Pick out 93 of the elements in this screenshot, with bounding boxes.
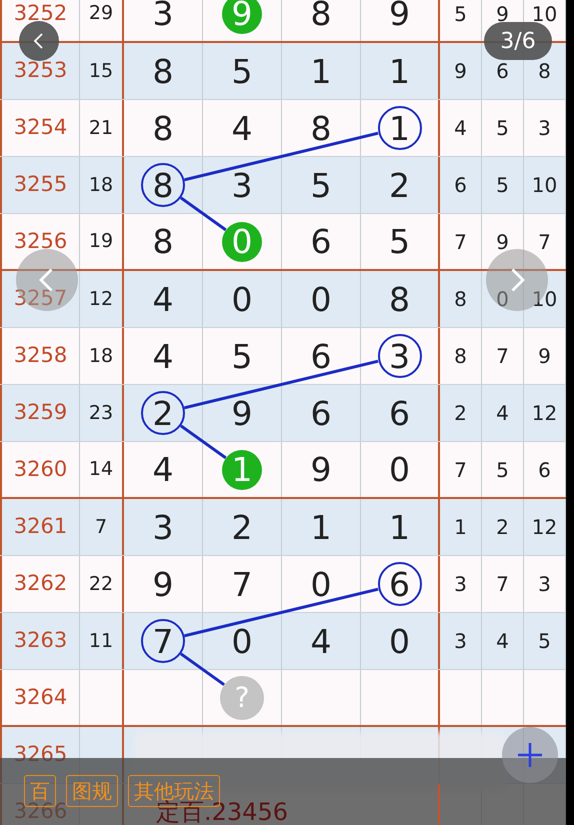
ringed-digit: 7 <box>141 619 185 663</box>
stat-cell: 4 <box>440 100 482 156</box>
digit: 0 <box>388 449 411 491</box>
digit: 0 <box>388 620 411 662</box>
digit: 9 <box>230 392 254 434</box>
digit: 8 <box>388 278 411 320</box>
ringed-digit: 1 <box>378 106 422 150</box>
stat-cell: 6 <box>524 442 566 497</box>
digit: 2 <box>230 506 254 548</box>
digit: 5 <box>388 221 411 263</box>
sum-cell: 19 <box>80 214 124 269</box>
stat-cell: 5 <box>482 100 524 156</box>
stat-cell: 3 <box>524 100 566 156</box>
ringed-digit: 8 <box>141 163 185 207</box>
digit: 7 <box>230 564 254 606</box>
digit: 3 <box>152 506 174 548</box>
digit: 0 <box>310 564 332 606</box>
stat-cell: 10 <box>524 157 566 213</box>
sum-cell: 14 <box>80 442 124 497</box>
hit-digit: 9 <box>222 0 262 34</box>
digit: 3 <box>230 164 254 206</box>
stat-cell: 2 <box>482 499 524 555</box>
digit: 5 <box>310 164 332 206</box>
stat-cell: 12 <box>524 499 566 555</box>
sum-cell: 29 <box>80 0 124 41</box>
digit: 6 <box>388 392 411 434</box>
stat-cell: 7 <box>482 556 524 612</box>
digit: 2 <box>388 164 411 206</box>
ringed-digit: 3 <box>378 334 422 378</box>
digit: 4 <box>152 336 174 378</box>
digit: 4 <box>152 278 174 320</box>
stat-cell: 7 <box>440 214 482 269</box>
digit: 5 <box>230 336 254 378</box>
digit: 8 <box>152 221 174 263</box>
question-mark-icon: ? <box>220 676 264 720</box>
stat-cell: 3 <box>440 613 482 669</box>
stat-cell: 3 <box>524 556 566 612</box>
toolbar-button[interactable]: 图规 <box>66 775 118 807</box>
digit: 0 <box>230 278 254 320</box>
digit: 6 <box>310 221 332 263</box>
hit-digit: 1 <box>222 450 262 490</box>
digit: 6 <box>310 336 332 378</box>
digit: 3 <box>152 0 174 35</box>
stat-cell: 10 <box>524 271 566 327</box>
digit: 8 <box>310 0 332 35</box>
digit: 1 <box>388 506 411 548</box>
toolbar-button[interactable]: 百 <box>24 775 56 807</box>
stat-cell: 9 <box>482 214 524 269</box>
digit: 9 <box>388 0 411 35</box>
stat-cell: 7 <box>524 214 566 269</box>
stat-cell: 7 <box>440 442 482 497</box>
digit: 8 <box>152 108 174 150</box>
stat-cell: 2 <box>440 385 482 441</box>
plus-icon <box>515 740 545 770</box>
digit: 9 <box>152 564 174 606</box>
digit: 5 <box>230 50 254 92</box>
stat-cell: 0 <box>482 271 524 327</box>
ringed-digit: 2 <box>141 391 185 435</box>
stat-cell: 12 <box>524 385 566 441</box>
digit: 4 <box>152 449 174 491</box>
stat-cell: 8 <box>440 271 482 327</box>
stat-cell: 7 <box>482 328 524 384</box>
stat-cell: 5 <box>440 0 482 41</box>
hit-digit: 0 <box>222 222 262 262</box>
issue-number: 3256 <box>0 214 80 269</box>
connector-line <box>180 652 225 686</box>
digit: 1 <box>310 506 332 548</box>
digit: 0 <box>230 620 254 662</box>
stat-cell: 8 <box>440 328 482 384</box>
stat-cell: 4 <box>482 385 524 441</box>
digit: 4 <box>310 620 332 662</box>
stat-cell: 3 <box>440 556 482 612</box>
digit: 4 <box>230 108 254 150</box>
stat-cell: 5 <box>482 157 524 213</box>
ringed-digit: 6 <box>378 562 422 606</box>
stat-cell: 9 <box>524 328 566 384</box>
stat-cell: 1 <box>440 499 482 555</box>
digit: 6 <box>310 392 332 434</box>
stat-cell: 9 <box>440 43 482 99</box>
stat-cell: 5 <box>482 442 524 497</box>
digit: 8 <box>152 50 174 92</box>
stat-cell: 4 <box>482 613 524 669</box>
digit: 8 <box>310 108 332 150</box>
stat-cell: 5 <box>524 613 566 669</box>
digit: 1 <box>388 50 411 92</box>
stat-cell: 6 <box>440 157 482 213</box>
issue-number: 3264 <box>0 670 80 725</box>
connector-line <box>180 424 227 460</box>
connector-line <box>180 196 227 232</box>
digit: 0 <box>310 278 332 320</box>
digit: 9 <box>310 449 332 491</box>
issue-number: 3260 <box>0 442 80 497</box>
digit: 1 <box>310 50 332 92</box>
